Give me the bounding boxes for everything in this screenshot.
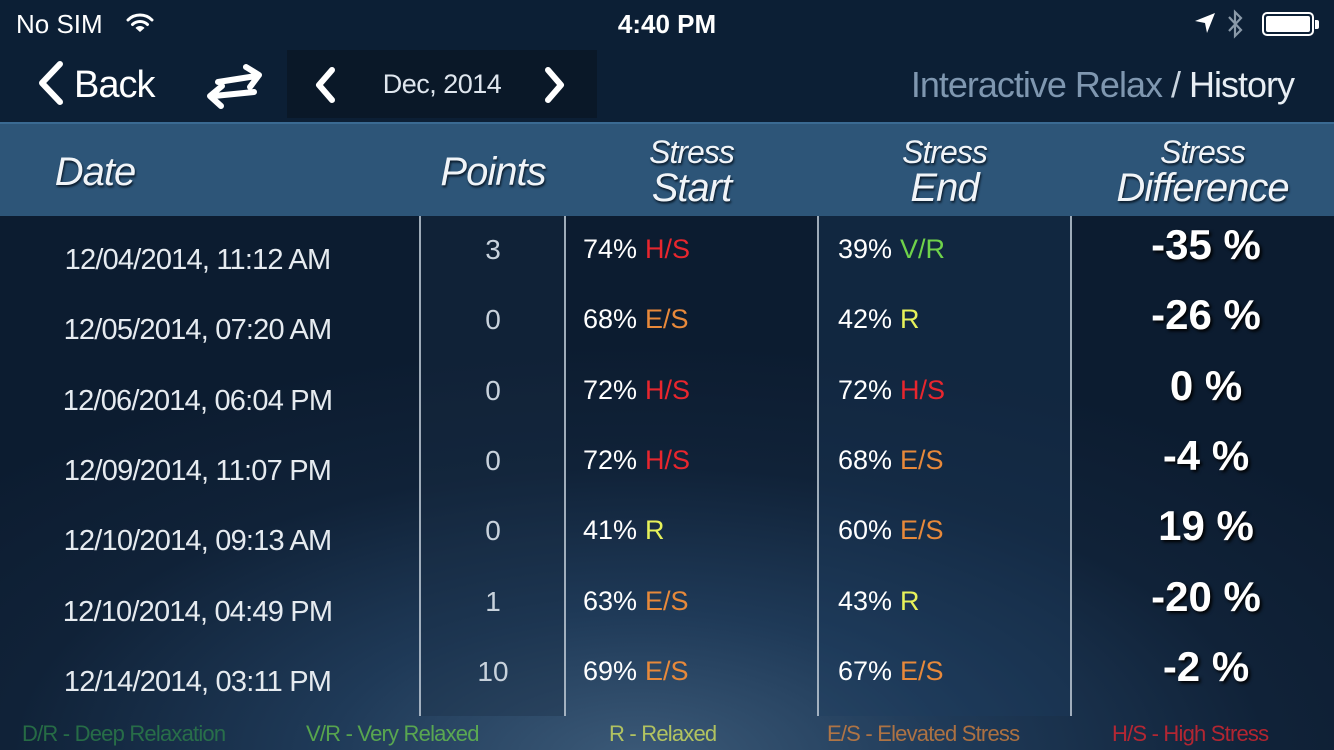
clock: 4:40 PM bbox=[617, 9, 717, 39]
row-stress-end: 42% R bbox=[838, 304, 920, 335]
row-date: 12/06/2014, 06:04 PM bbox=[62, 384, 333, 417]
row-stress-end: 67% E/S bbox=[838, 656, 944, 687]
month-selector: Dec, 2014 bbox=[287, 50, 597, 118]
row-stress-difference: -2 % bbox=[1162, 642, 1250, 690]
table-row[interactable]: 12/14/2014, 03:11 PM 10 69% E/S 67% E/S -2 % bbox=[0, 638, 1334, 708]
legend-deep-relaxation: D/R - Deep Relaxation bbox=[22, 721, 226, 746]
row-stress-start: 72% H/S bbox=[583, 445, 690, 476]
table-row[interactable]: 12/10/2014, 09:13 AM 0 41% R 60% E/S 19 % bbox=[0, 497, 1334, 567]
row-date: 12/04/2014, 11:12 AM bbox=[64, 244, 331, 276]
row-points: 1 bbox=[485, 585, 501, 617]
stress-end-level: V/R bbox=[900, 234, 946, 264]
back-button[interactable]: Back bbox=[36, 60, 155, 111]
row-date: 12/10/2014, 04:49 PM bbox=[62, 595, 333, 628]
row-date: 12/10/2014, 09:13 AM bbox=[63, 525, 333, 558]
stress-end-percent: 39% bbox=[838, 234, 893, 264]
row-stress-start: 63% E/S bbox=[583, 586, 689, 617]
row-stress-difference: -35 % bbox=[1151, 221, 1261, 268]
bluetooth-icon bbox=[1226, 9, 1244, 44]
breadcrumb-page: History bbox=[1188, 64, 1295, 105]
swap-arrows-icon[interactable] bbox=[204, 62, 266, 115]
stress-start-level: E/S bbox=[645, 585, 689, 616]
stress-end-percent: 42% bbox=[838, 304, 893, 335]
stress-end-percent: 72% bbox=[838, 374, 893, 405]
table-row[interactable]: 12/06/2014, 06:04 PM 0 72% H/S 72% H/S 0 % bbox=[0, 357, 1334, 427]
table-row[interactable]: 12/04/2014, 11:12 AM 3 74% H/S 39% V/R -35 % bbox=[0, 216, 1334, 286]
stress-start-level: H/S bbox=[645, 234, 691, 264]
row-stress-end: 68% E/S bbox=[838, 445, 944, 476]
stress-end-percent: 43% bbox=[838, 585, 893, 616]
stress-end-percent: 60% bbox=[838, 515, 893, 546]
row-points: 0 bbox=[485, 374, 501, 406]
row-points: 0 bbox=[485, 444, 501, 476]
table-row[interactable]: 12/09/2014, 11:07 PM 0 72% H/S 68% E/S -4 % bbox=[0, 427, 1334, 497]
breadcrumb-app[interactable]: Interactive Relax bbox=[911, 64, 1163, 105]
stress-start-percent: 63% bbox=[583, 585, 638, 616]
row-stress-end: 43% R bbox=[838, 586, 920, 617]
stress-end-percent: 67% bbox=[838, 655, 893, 686]
stress-end-level: R bbox=[900, 585, 920, 616]
row-stress-end: 72% H/S bbox=[838, 375, 945, 406]
row-stress-difference: 19 % bbox=[1158, 502, 1254, 550]
header-stress-start: Stress Start bbox=[649, 134, 735, 210]
row-date: 12/09/2014, 11:07 PM bbox=[63, 454, 332, 487]
row-stress-end: 60% E/S bbox=[838, 515, 944, 546]
stress-start-percent: 72% bbox=[583, 374, 638, 405]
stress-start-level: H/S bbox=[645, 444, 691, 475]
row-stress-end: 39% V/R bbox=[838, 234, 945, 265]
header-date: Date bbox=[54, 150, 137, 194]
legend-very-relaxed: V/R - Very Relaxed bbox=[306, 721, 479, 746]
row-stress-difference: -4 % bbox=[1162, 431, 1250, 479]
row-date: 12/05/2014, 07:20 AM bbox=[63, 314, 333, 347]
battery-icon bbox=[1262, 12, 1319, 36]
stress-end-percent: 68% bbox=[838, 444, 893, 475]
legend-relaxed: R - Relaxed bbox=[609, 721, 717, 746]
breadcrumb: Interactive Relax / History bbox=[911, 64, 1295, 106]
legend-elevated-stress: E/S - Elevated Stress bbox=[827, 721, 1020, 746]
breadcrumb-separator: / bbox=[1161, 64, 1189, 105]
stress-start-percent: 74% bbox=[583, 234, 638, 264]
location-arrow-icon bbox=[1194, 12, 1216, 39]
status-bar: No SIM 4:40 PM bbox=[0, 0, 1334, 48]
legend-high-stress: H/S - High Stress bbox=[1112, 721, 1269, 746]
history-table: 12/04/2014, 11:12 AM 3 74% H/S 39% V/R -35 % 12… bbox=[0, 216, 1334, 716]
row-stress-start: 69% E/S bbox=[583, 656, 689, 687]
row-stress-difference: -26 % bbox=[1151, 291, 1261, 339]
legend: D/R - Deep Relaxation V/R - Very Relaxed… bbox=[0, 718, 1334, 750]
row-points: 10 bbox=[477, 655, 509, 687]
row-points: 0 bbox=[485, 515, 501, 547]
stress-start-percent: 72% bbox=[583, 444, 638, 475]
row-stress-start: 41% R bbox=[583, 515, 665, 546]
header-stress-difference: Stress Difference bbox=[1116, 134, 1289, 210]
stress-end-level: R bbox=[900, 304, 920, 335]
row-stress-difference: -20 % bbox=[1151, 572, 1261, 620]
stress-start-level: E/S bbox=[645, 304, 689, 335]
table-row[interactable]: 12/10/2014, 04:49 PM 1 63% E/S 43% R -20 % bbox=[0, 568, 1334, 638]
stress-end-level: E/S bbox=[900, 515, 944, 546]
row-date: 12/14/2014, 03:11 PM bbox=[63, 665, 332, 698]
header-points: Points bbox=[440, 150, 546, 194]
stress-start-percent: 68% bbox=[583, 304, 638, 335]
row-stress-start: 74% H/S bbox=[583, 234, 690, 265]
stress-start-level: E/S bbox=[645, 655, 689, 686]
row-stress-start: 72% H/S bbox=[583, 375, 690, 406]
row-points: 0 bbox=[485, 304, 501, 336]
stress-start-level: R bbox=[645, 515, 665, 546]
stress-end-level: H/S bbox=[900, 374, 946, 405]
chevron-left-icon bbox=[36, 60, 66, 111]
nav-bar: Back Dec, 2014 Interactive Relax / Histo… bbox=[0, 48, 1334, 122]
next-month-button[interactable] bbox=[539, 66, 569, 109]
back-label: Back bbox=[74, 63, 155, 106]
header-stress-end: Stress End bbox=[902, 134, 988, 210]
row-stress-start: 68% E/S bbox=[583, 304, 689, 335]
stress-end-level: E/S bbox=[900, 655, 944, 686]
table-row[interactable]: 12/05/2014, 07:20 AM 0 68% E/S 42% R -26 % bbox=[0, 286, 1334, 356]
stress-start-level: H/S bbox=[645, 374, 691, 405]
stress-start-percent: 69% bbox=[583, 655, 638, 686]
row-points: 3 bbox=[485, 234, 501, 265]
stress-end-level: E/S bbox=[900, 444, 944, 475]
table-header: Date Points Stress Start Stress End Stre… bbox=[0, 122, 1334, 216]
row-stress-difference: 0 % bbox=[1169, 361, 1243, 409]
stress-start-percent: 41% bbox=[583, 515, 638, 546]
